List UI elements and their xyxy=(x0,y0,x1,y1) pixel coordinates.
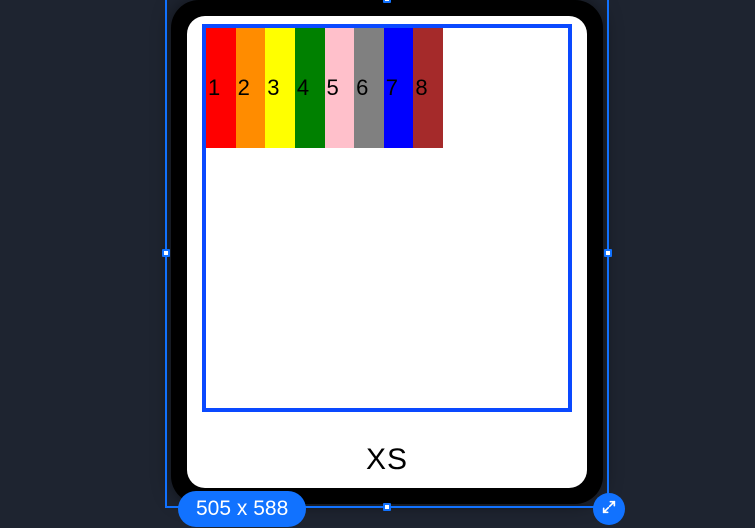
resize-handle-left[interactable] xyxy=(162,249,170,257)
device-frame: 1 2 3 4 5 6 7 8 XS xyxy=(171,0,603,504)
col-3: 3 xyxy=(265,28,295,148)
col-6: 6 xyxy=(354,28,384,148)
col-4: 4 xyxy=(295,28,325,148)
col-1: 1 xyxy=(206,28,236,148)
expand-icon xyxy=(601,499,617,519)
resize-handle-right[interactable] xyxy=(604,249,612,257)
expand-button[interactable] xyxy=(593,493,625,525)
col-8: 8 xyxy=(413,28,443,148)
col-5: 5 xyxy=(325,28,355,148)
col-2: 2 xyxy=(236,28,266,148)
col-7: 7 xyxy=(384,28,414,148)
resize-handle-bottom[interactable] xyxy=(383,503,391,511)
selection-size-pill: 505 x 588 xyxy=(178,491,306,527)
breakpoint-label: XS xyxy=(187,432,587,488)
color-columns: 1 2 3 4 5 6 7 8 xyxy=(206,28,443,148)
canvas-area: 1 2 3 4 5 6 7 8 xyxy=(187,16,587,432)
canvas-border[interactable]: 1 2 3 4 5 6 7 8 xyxy=(202,24,572,412)
device-screen: 1 2 3 4 5 6 7 8 XS xyxy=(187,16,587,488)
